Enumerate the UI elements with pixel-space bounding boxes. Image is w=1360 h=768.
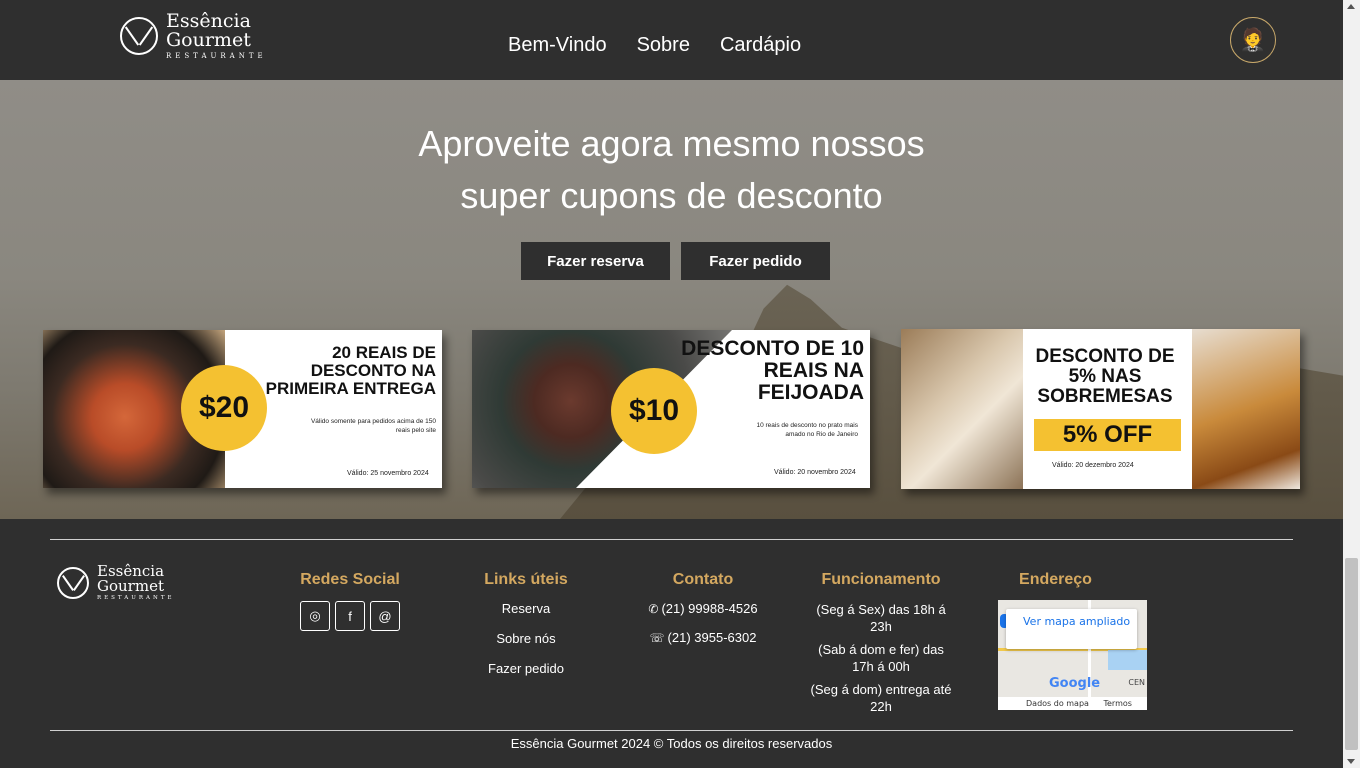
phone-line[interactable]: ☏ (21) 3955-6302 — [638, 630, 768, 645]
map-terms-link[interactable]: Termos — [1103, 699, 1131, 708]
coupon-valid: Válido: 25 novembro 2024 — [347, 470, 429, 477]
scroll-down-arrow-icon[interactable] — [1347, 759, 1355, 764]
footer-link-reserva[interactable]: Reserva — [466, 601, 586, 616]
map-label-cen: CEN — [1128, 678, 1145, 687]
dessert-image-right — [1192, 329, 1300, 489]
scroll-up-arrow-icon[interactable] — [1347, 4, 1355, 9]
coupon-card-3[interactable]: DESCONTO DE 5% NAS SOBREMESAS 5% OFF Vál… — [901, 329, 1300, 489]
nav-bem-vindo[interactable]: Bem-Vindo — [508, 34, 607, 57]
embedded-map[interactable]: Ver mapa ampliado Google CEN Dados do ma… — [998, 600, 1147, 710]
threads-icon[interactable]: @ — [370, 601, 400, 631]
endereco-heading: Endereço — [1019, 571, 1092, 588]
coupon-card-2[interactable]: $10 DESCONTO DE 10 REAIS NA FEIJOADA 10 … — [472, 330, 870, 488]
coupon-title: DESCONTO DE 5% NAS SOBREMESAS — [1035, 346, 1175, 407]
dessert-image-left — [901, 329, 1023, 489]
whatsapp-icon: ✆ — [648, 602, 659, 616]
google-logo: Google — [1049, 676, 1101, 691]
site-header: Essência Gourmet RESTAURANTE Bem-Vindo S… — [0, 0, 1343, 80]
logo-line3: RESTAURANTE — [166, 52, 267, 60]
funcionamento-heading: Funcionamento — [821, 571, 941, 588]
map-link-card[interactable]: Ver mapa ampliado — [1006, 609, 1137, 649]
cutlery-icon — [57, 566, 89, 599]
footer-link-sobre[interactable]: Sobre nós — [466, 631, 586, 646]
header-logo[interactable]: Essência Gourmet RESTAURANTE — [120, 12, 267, 60]
footer-link-pedido[interactable]: Fazer pedido — [466, 661, 586, 676]
coupon-card-1[interactable]: $20 20 REAIS DE DESCONTO NA PRIMEIRA ENT… — [43, 330, 442, 488]
footer-social: Redes Social ◎ f @ — [291, 571, 409, 631]
coupon-detail: Válido somente para pedidos acima de 150… — [310, 418, 436, 434]
logo-line3: RESTAURANTE — [97, 595, 175, 601]
logo-line2: Gourmet — [97, 577, 164, 595]
coupon-title: 20 REAIS DE DESCONTO NA PRIMEIRA ENTREGA — [265, 343, 436, 398]
links-heading: Links úteis — [484, 571, 568, 588]
map-footer: Dados do mapa Termos — [998, 697, 1147, 710]
coupon-title: DESCONTO DE 10 REAIS NA FEIJOADA — [681, 337, 864, 405]
footer-divider-top — [50, 539, 1293, 540]
main-nav: Bem-Vindo Sobre Cardápio — [508, 34, 801, 57]
vertical-scrollbar[interactable] — [1343, 0, 1360, 768]
page: Essência Gourmet RESTAURANTE Bem-Vindo S… — [0, 0, 1343, 768]
ver-mapa-link[interactable]: Ver mapa ampliado — [1023, 615, 1130, 628]
logo-line2: Gourmet — [166, 29, 251, 51]
hours-line-3: (Seg á dom) entrega até 22h — [810, 682, 952, 714]
footer-logo[interactable]: Essência Gourmet RESTAURANTE — [57, 564, 175, 602]
contato-heading: Contato — [672, 571, 734, 588]
hero-title-line2: super cupons de desconto — [460, 175, 883, 216]
nav-sobre[interactable]: Sobre — [637, 34, 690, 57]
instagram-icon[interactable]: ◎ — [300, 601, 330, 631]
footer-links: Links úteis Reserva Sobre nós Fazer pedi… — [466, 571, 586, 691]
waiter-icon[interactable]: 🤵 — [1230, 17, 1276, 63]
coupon-badge: 5% OFF — [1034, 419, 1181, 451]
hours-line-2: (Sab á dom e fer) das 17h á 00h — [818, 642, 944, 674]
coupon-valid: Válido: 20 novembro 2024 — [774, 469, 856, 476]
footer-funcionamento: Funcionamento (Seg á Sex) das 18h á 23h … — [806, 571, 956, 721]
copyright-text: Essência Gourmet 2024 © Todos os direito… — [510, 736, 833, 751]
cutlery-icon — [120, 17, 158, 55]
hours-line-1: (Seg á Sex) das 18h á 23h — [816, 602, 946, 634]
nav-cardapio[interactable]: Cardápio — [720, 34, 801, 57]
coupon-detail: 10 reais de desconto no prato mais amado… — [756, 422, 858, 438]
phone-icon: ☏ — [649, 631, 665, 645]
footer-endereco: Endereço — [998, 571, 1113, 601]
hero-buttons: Fazer reserva Fazer pedido — [521, 242, 830, 280]
site-footer: Essência Gourmet RESTAURANTE Redes Socia… — [0, 519, 1343, 768]
fazer-pedido-button[interactable]: Fazer pedido — [681, 242, 830, 280]
hero-section: Aproveite agora mesmo nossos super cupon… — [0, 80, 1343, 519]
coupon-valid: Válido: 20 dezembro 2024 — [1052, 462, 1134, 469]
footer-divider-bottom — [50, 730, 1293, 731]
footer-contato: Contato ✆ (21) 99988-4526 ☏ (21) 3955-6302 — [638, 571, 768, 659]
scrollbar-thumb[interactable] — [1345, 558, 1358, 750]
facebook-icon[interactable]: f — [335, 601, 365, 631]
social-heading: Redes Social — [300, 571, 400, 588]
whatsapp-line[interactable]: ✆ (21) 99988-4526 — [638, 601, 768, 616]
hero-title: Aproveite agora mesmo nossos super cupon… — [0, 118, 1343, 222]
fazer-reserva-button[interactable]: Fazer reserva — [521, 242, 670, 280]
hero-title-line1: Aproveite agora mesmo nossos — [418, 123, 925, 164]
map-data-link[interactable]: Dados do mapa — [1026, 699, 1089, 708]
